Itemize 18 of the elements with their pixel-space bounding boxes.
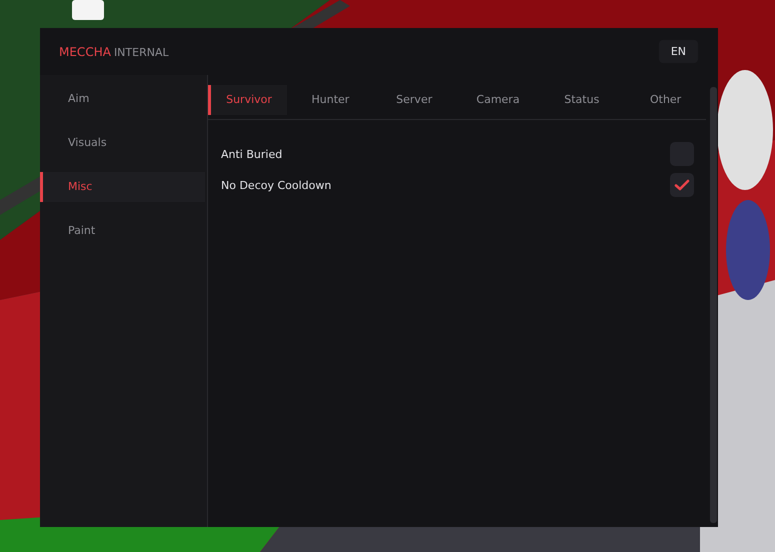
checkmark-icon — [674, 177, 690, 193]
tab[interactable]: Other — [622, 85, 706, 115]
checkbox[interactable] — [670, 173, 694, 197]
tab[interactable]: Status — [538, 85, 622, 115]
tab[interactable]: Server — [370, 85, 455, 115]
option-label: No Decoy Cooldown — [221, 178, 332, 192]
sidebar-item[interactable]: Visuals — [40, 128, 205, 158]
sidebar-item[interactable]: Aim — [40, 84, 205, 114]
scrollbar[interactable] — [710, 87, 717, 523]
brand-name: MECCHA — [59, 44, 111, 58]
tab[interactable]: Camera — [454, 85, 538, 115]
language-button[interactable]: EN — [658, 40, 698, 63]
tab[interactable]: Survivor — [208, 85, 287, 115]
sidebar-item[interactable]: Misc — [40, 172, 205, 202]
tab[interactable]: Hunter — [287, 85, 371, 115]
window-title: INTERNAL — [114, 46, 169, 58]
sidebar-item[interactable]: Paint — [40, 216, 205, 246]
option-label: Anti Buried — [221, 148, 282, 160]
